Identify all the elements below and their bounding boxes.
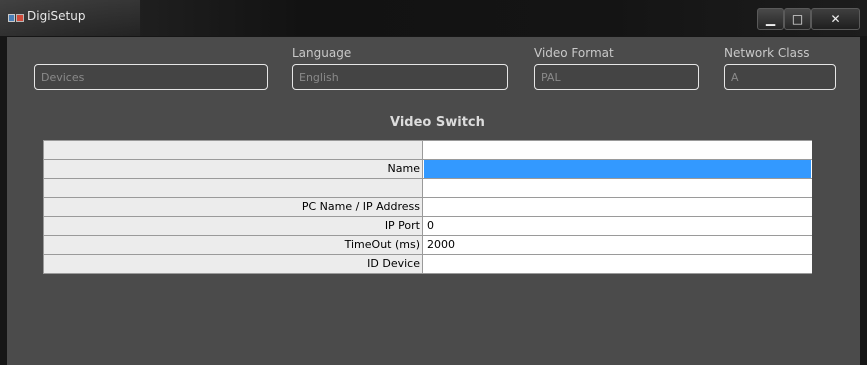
- minimize-icon: ▁: [765, 12, 776, 26]
- table-row-timeout[interactable]: TimeOut (ms) 2000: [44, 236, 812, 255]
- app-icon: [8, 14, 24, 22]
- ip-port-label: IP Port: [44, 217, 423, 235]
- maximize-button[interactable]: □: [784, 8, 811, 30]
- app-window: DigiSetup ▁ □ ✕ Devices Language English…: [0, 0, 867, 365]
- row-label: [44, 179, 423, 197]
- minimize-button[interactable]: ▁: [757, 8, 784, 30]
- network-class-label: Network Class: [724, 46, 810, 60]
- section-title: Video Switch: [390, 115, 485, 130]
- devices-field[interactable]: Devices: [34, 64, 268, 90]
- language-field[interactable]: English: [292, 64, 508, 90]
- table-row-id-device[interactable]: ID Device: [44, 255, 812, 274]
- close-icon: ✕: [830, 12, 841, 26]
- row-value[interactable]: [424, 179, 811, 197]
- title-bar[interactable]: DigiSetup ▁ □ ✕: [0, 0, 867, 36]
- pc-name-value[interactable]: [424, 198, 811, 216]
- window-title: DigiSetup: [27, 9, 86, 23]
- pc-name-label: PC Name / IP Address: [44, 198, 423, 216]
- main-panel: Devices Language English Video Format PA…: [7, 37, 860, 365]
- row-value[interactable]: [424, 141, 811, 159]
- ip-port-value[interactable]: 0: [424, 217, 811, 235]
- timeout-value[interactable]: 2000: [424, 236, 811, 254]
- video-format-label: Video Format: [534, 46, 614, 60]
- maximize-icon: □: [791, 12, 804, 26]
- video-format-field[interactable]: PAL: [534, 64, 699, 90]
- id-device-value[interactable]: [424, 255, 811, 273]
- table-row-pc-name[interactable]: PC Name / IP Address: [44, 198, 812, 217]
- row-label: [44, 141, 423, 159]
- name-label: Name: [44, 160, 423, 178]
- id-device-label: ID Device: [44, 255, 423, 273]
- close-button[interactable]: ✕: [811, 8, 860, 30]
- language-label: Language: [292, 46, 352, 60]
- network-class-field[interactable]: A: [724, 64, 836, 90]
- table-row[interactable]: [44, 141, 812, 160]
- property-grid: Name PC Name / IP Address IP Port 0 Time…: [43, 140, 812, 274]
- timeout-label: TimeOut (ms): [44, 236, 423, 254]
- name-value-input[interactable]: [424, 160, 811, 178]
- table-row[interactable]: [44, 179, 812, 198]
- table-row-ip-port[interactable]: IP Port 0: [44, 217, 812, 236]
- table-row-name[interactable]: Name: [44, 160, 812, 179]
